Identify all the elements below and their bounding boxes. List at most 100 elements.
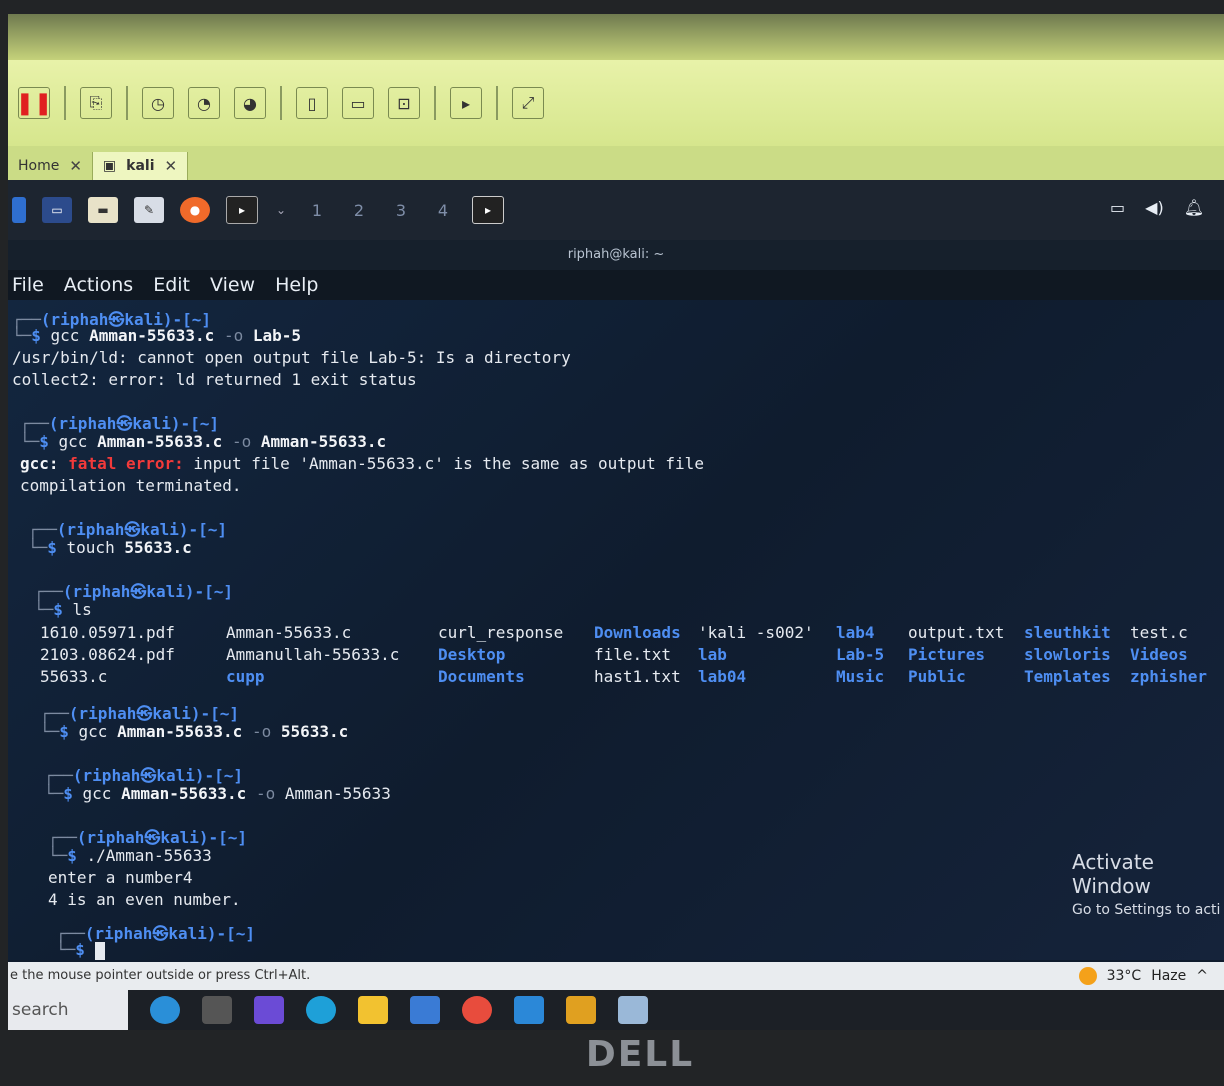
ls-column: lab4 Lab-5 Music — [836, 622, 884, 688]
ls-file: Ammanullah-55633.c — [226, 645, 400, 664]
fit-guest-icon[interactable]: ⊡ — [388, 87, 420, 119]
dell-logo: DELL — [585, 1034, 695, 1075]
screen-icon[interactable]: ▭ — [1110, 198, 1125, 217]
vmware-tab-bar: Home ✕ ▣ kali ✕ — [8, 146, 1224, 180]
workspace-3[interactable]: 3 — [388, 201, 414, 220]
edge-icon[interactable] — [306, 996, 336, 1024]
kali-tray: ▭ ◀) 🔔︎ — [1110, 198, 1204, 217]
ls-directory: Desktop — [438, 645, 506, 664]
file-manager-icon[interactable]: ▬ — [88, 197, 118, 223]
notification-bell-icon[interactable]: 🔔︎ — [1184, 198, 1204, 217]
ls-directory: zphisher — [1130, 667, 1208, 686]
activate-subtitle: Go to Settings to acti — [1072, 902, 1221, 918]
revert-snapshot-icon[interactable]: ◔ — [188, 87, 220, 119]
ls-directory: Lab-5 — [836, 645, 885, 664]
workspace-1[interactable]: 1 — [304, 201, 330, 220]
ls-column: sleuthkit slowloris Templates — [1024, 622, 1111, 688]
ls-directory: Documents — [438, 667, 525, 686]
firefox-icon[interactable]: ● — [180, 197, 210, 223]
desktop-icon[interactable]: ▭ — [42, 197, 72, 223]
store-icon[interactable] — [410, 996, 440, 1024]
file-explorer-icon[interactable] — [358, 996, 388, 1024]
vmware-toolbar: ❚❚ ⎘ ◷ ◔ ◕ ▯ ▭ ⊡ ▸ ⤢ — [8, 60, 1224, 146]
copilot-icon[interactable] — [254, 996, 284, 1024]
ls-column: Downloads file.txt hast1.txt — [594, 622, 681, 688]
ls-file: Amman-55633.c — [226, 623, 352, 642]
prompt-line: ┌──(riphah㉿kali)-[~] — [48, 828, 248, 847]
ls-file: test.c — [1130, 623, 1188, 642]
activate-windows-watermark: Activate Window Go to Settings to acti — [1072, 850, 1224, 918]
kali-menu-icon[interactable] — [12, 197, 26, 223]
full-screen-icon[interactable]: ▯ — [296, 87, 328, 119]
active-terminal-icon[interactable]: ▸ — [472, 196, 504, 224]
prompt-line: ┌──(riphah㉿kali)-[~] — [28, 520, 228, 539]
ls-directory: lab4 — [836, 623, 875, 642]
workspace-4[interactable]: 4 — [430, 201, 456, 220]
menu-view[interactable]: View — [210, 274, 255, 296]
ls-directory: sleuthkit — [1024, 623, 1111, 642]
menu-help[interactable]: Help — [275, 274, 318, 296]
ls-directory: cupp — [226, 667, 265, 686]
terminal-title: riphah@kali: ~ — [8, 240, 1224, 270]
terminal-output[interactable]: ┌──(riphah㉿kali)-[~] └─$ gcc Amman-55633… — [8, 300, 1224, 960]
app-icon[interactable] — [618, 996, 648, 1024]
ls-column: test.c Videos zphisher — [1130, 622, 1207, 688]
command-line: └─$ gcc Amman-55633.c -o Amman-55633.c — [20, 432, 387, 451]
command-line: └─$ gcc Amman-55633.c -o 55633.c — [40, 722, 349, 741]
text-editor-icon[interactable]: ✎ — [134, 197, 164, 223]
manage-snapshots-icon[interactable]: ◕ — [234, 87, 266, 119]
toolbar-separator — [126, 86, 128, 120]
ls-column: curl_response Desktop Documents — [438, 622, 563, 688]
menu-file[interactable]: File — [12, 274, 44, 296]
weather-widget[interactable]: 33°C Haze ^ — [1078, 962, 1208, 990]
tab-kali[interactable]: ▣ kali ✕ — [92, 152, 189, 180]
vm-icon: ▣ — [102, 158, 117, 174]
tab-home[interactable]: Home ✕ — [8, 152, 93, 180]
menu-edit[interactable]: Edit — [153, 274, 190, 296]
ls-column: 'kali -s002' lab lab04 — [698, 622, 814, 688]
toolbar-separator — [64, 86, 66, 120]
pause-icon[interactable]: ❚❚ — [16, 87, 52, 119]
volume-icon[interactable]: ◀) — [1145, 198, 1164, 217]
ls-directory: Pictures — [908, 645, 986, 664]
console-icon[interactable]: ▸ — [450, 87, 482, 119]
mail-icon[interactable] — [514, 996, 544, 1024]
ls-directory: Downloads — [594, 623, 681, 642]
windows-taskbar: search — [8, 990, 1224, 1030]
output-line: /usr/bin/ld: cannot open output file Lab… — [12, 348, 571, 367]
ls-directory: slowloris — [1024, 645, 1111, 664]
close-icon[interactable]: ✕ — [165, 157, 178, 175]
unity-icon[interactable]: ▭ — [342, 87, 374, 119]
kali-top-panel: ▭ ▬ ✎ ● ▸ ⌄ 1 2 3 4 ▸ ▭ ◀) 🔔︎ — [8, 180, 1224, 240]
vmware-icon[interactable] — [566, 996, 596, 1024]
search-input[interactable]: search — [8, 990, 128, 1030]
terminal-menubar: File Actions Edit View Help — [8, 270, 1224, 300]
weather-temp: 33°C — [1106, 968, 1142, 984]
ls-directory: Public — [908, 667, 966, 686]
ls-directory: lab — [698, 645, 727, 664]
ls-directory: Music — [836, 667, 885, 686]
task-view-icon[interactable] — [202, 996, 232, 1024]
prompt-line: ┌──(riphah㉿kali)-[~] — [44, 766, 244, 785]
chrome-icon[interactable] — [462, 996, 492, 1024]
chevron-down-icon[interactable]: ⌄ — [274, 197, 288, 223]
chevron-up-icon[interactable]: ^ — [1196, 968, 1208, 984]
terminal-icon[interactable]: ▸ — [226, 196, 258, 224]
close-icon[interactable]: ✕ — [69, 157, 82, 175]
ls-directory: Videos — [1130, 645, 1188, 664]
vmware-hint-bar: e the mouse pointer outside or press Ctr… — [8, 962, 1224, 990]
workspace-2[interactable]: 2 — [346, 201, 372, 220]
ls-file: hast1.txt — [594, 667, 681, 686]
menu-actions[interactable]: Actions — [64, 274, 133, 296]
snapshot-icon[interactable]: ◷ — [142, 87, 174, 119]
stretch-icon[interactable]: ⤢ — [512, 87, 544, 119]
toolbar-separator — [496, 86, 498, 120]
command-line[interactable]: └─$ — [56, 940, 105, 960]
ls-file: 55633.c — [40, 667, 108, 686]
ls-column: Amman-55633.c Ammanullah-55633.c cupp — [226, 622, 399, 688]
ls-file: curl_response — [438, 623, 564, 642]
toolbar-separator — [280, 86, 282, 120]
ls-column: output.txt Pictures Public — [908, 622, 1004, 688]
globe-icon[interactable] — [150, 996, 180, 1024]
send-keys-icon[interactable]: ⎘ — [80, 87, 112, 119]
